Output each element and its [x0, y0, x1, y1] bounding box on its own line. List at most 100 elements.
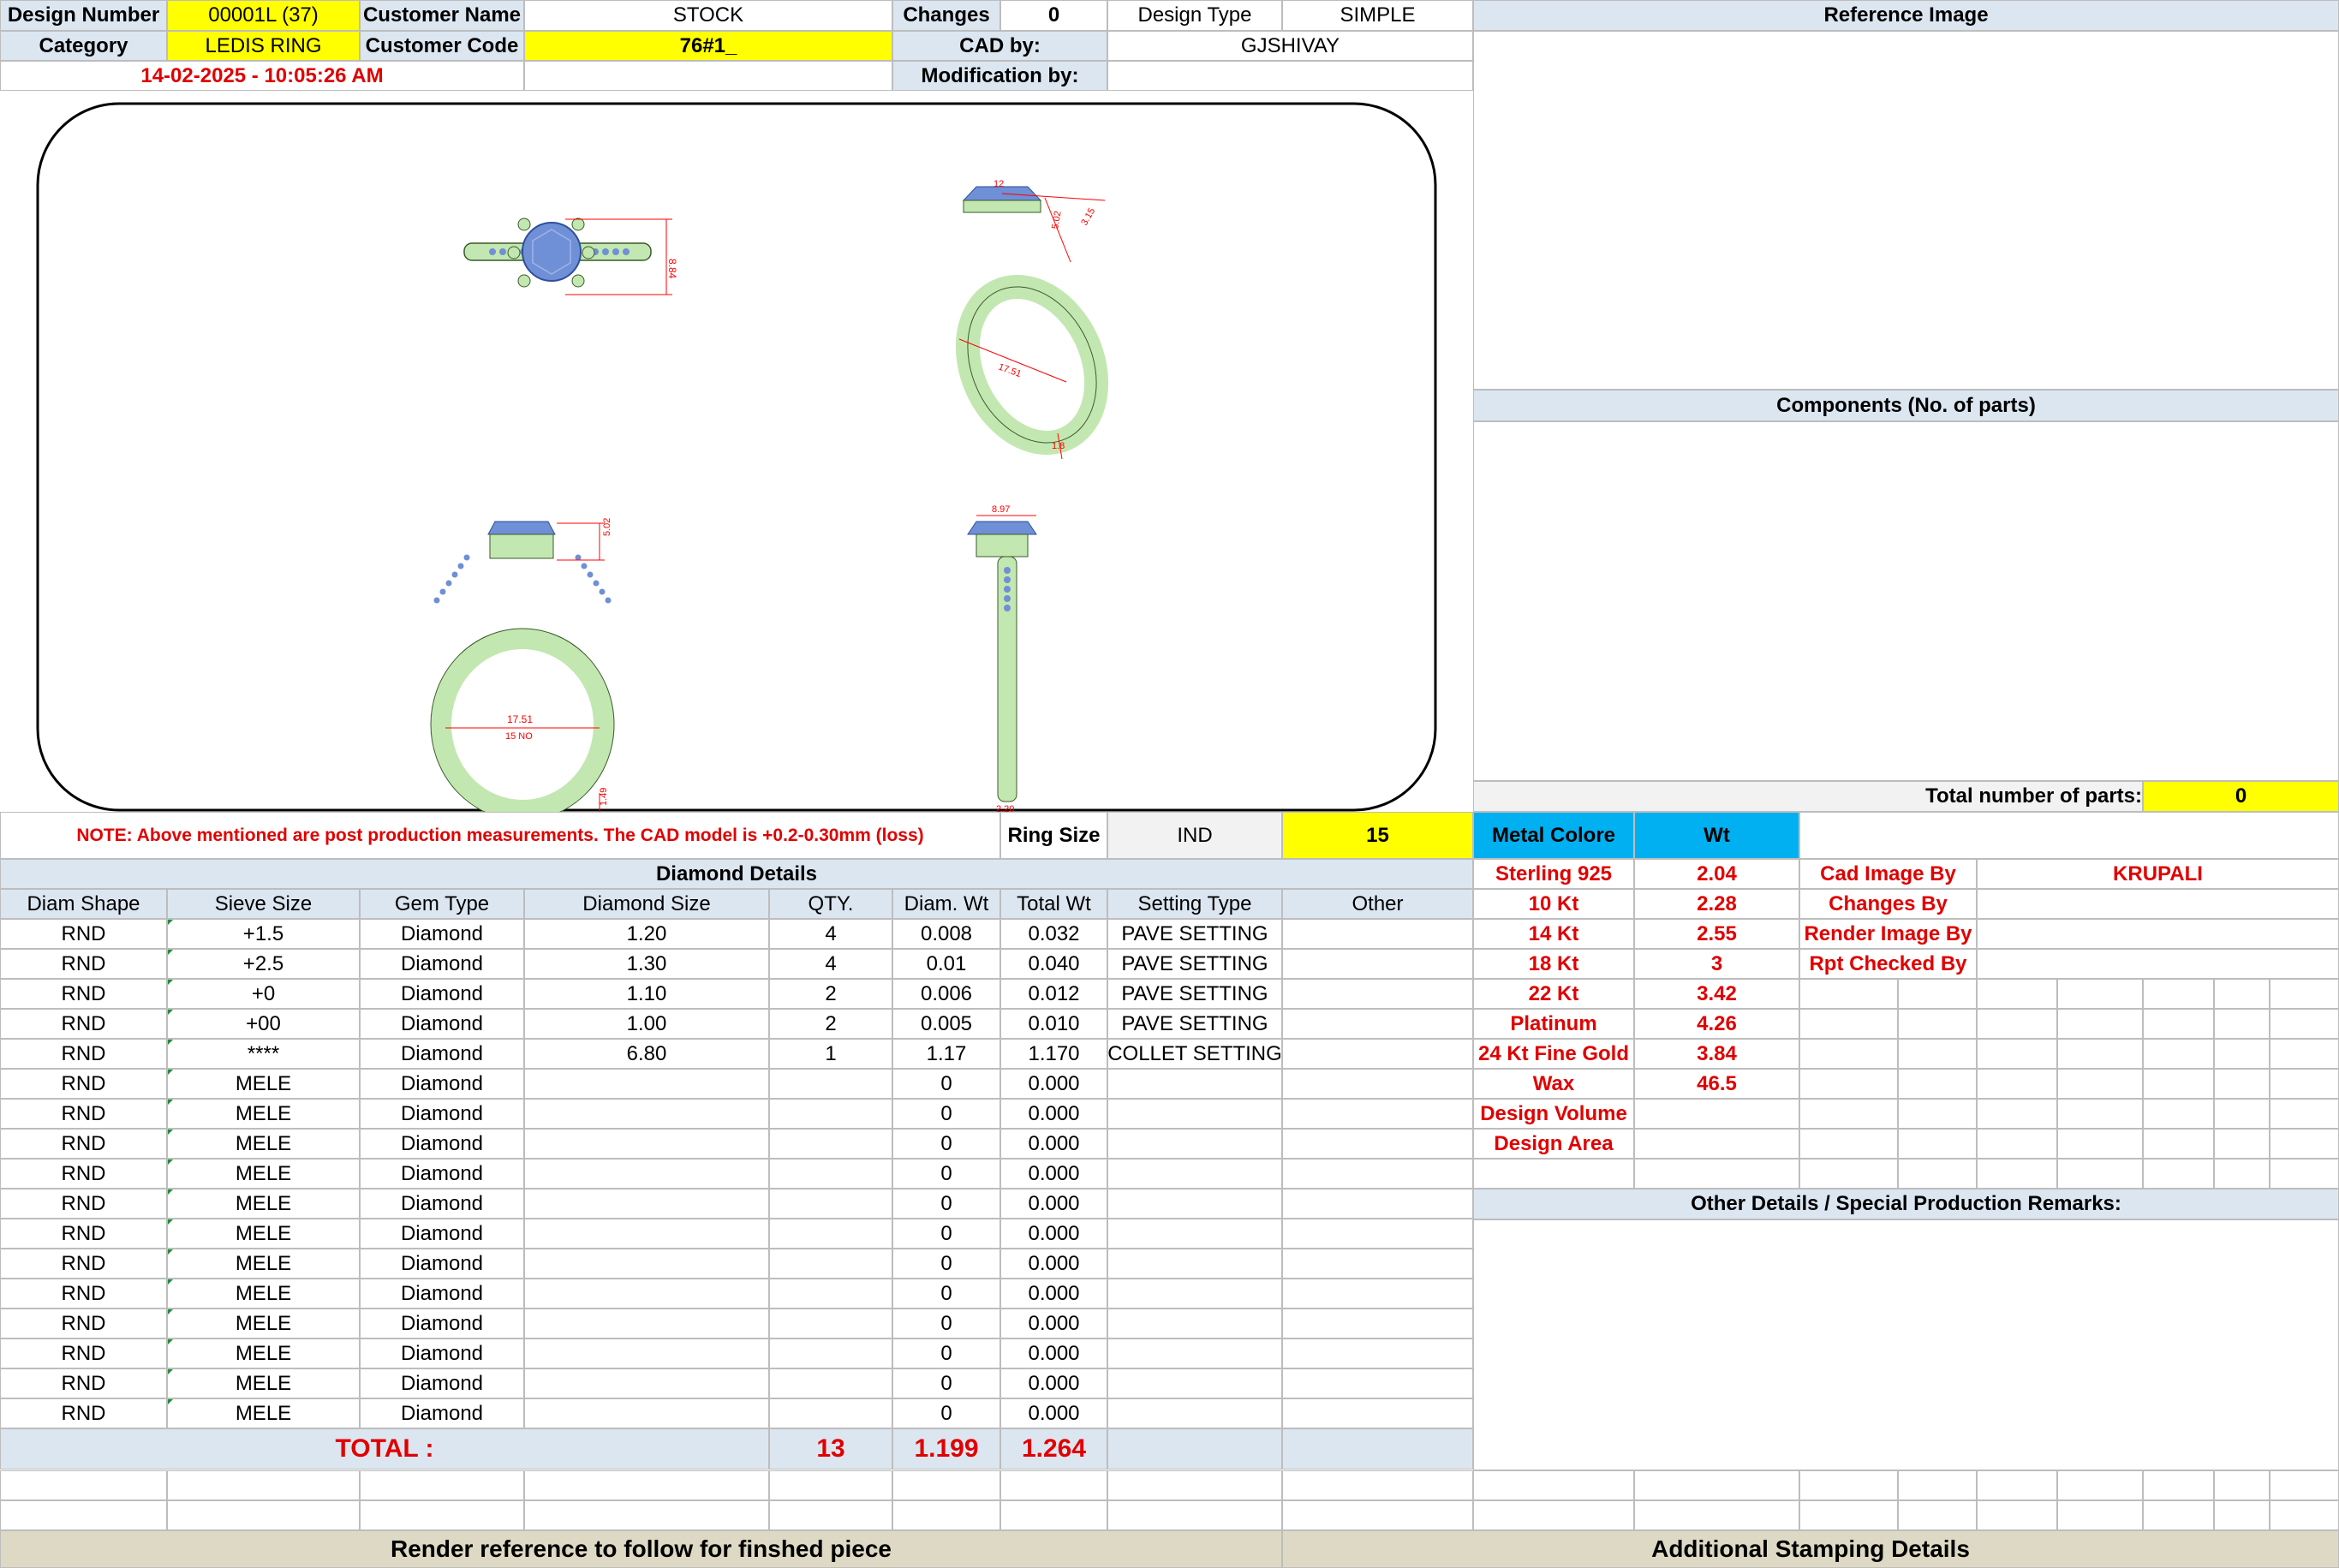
diamond-cell[interactable]: 0.01 [892, 949, 1000, 979]
diamond-cell[interactable] [524, 1129, 769, 1159]
diamond-cell[interactable]: MELE [167, 1219, 360, 1249]
diamond-header-5[interactable]: Diam. Wt [892, 889, 1000, 919]
metal-name[interactable]: Design Volume [1473, 1099, 1634, 1129]
diamond-header-2[interactable]: Gem Type [360, 889, 524, 919]
blank-cell[interactable] [769, 1500, 892, 1530]
total-blank[interactable] [1107, 1428, 1282, 1470]
blank-cell[interactable] [360, 1500, 524, 1530]
blank-cell[interactable] [524, 61, 892, 91]
diamond-cell[interactable]: Diamond [360, 1368, 524, 1398]
changes-value[interactable]: 0 [1000, 0, 1107, 31]
diamond-cell[interactable]: 1.30 [524, 949, 769, 979]
diamond-cell[interactable]: RND [0, 1338, 167, 1368]
blank-cell[interactable] [1977, 979, 2057, 1009]
diamond-cell[interactable]: Diamond [360, 1009, 524, 1039]
diamond-cell[interactable]: Diamond [360, 1338, 524, 1368]
diamond-cell[interactable]: 1 [769, 1039, 892, 1069]
blank-cell[interactable] [167, 1500, 360, 1530]
credit-value[interactable] [1977, 889, 2339, 919]
blank-cell[interactable] [524, 1500, 769, 1530]
reference-image-area[interactable] [1473, 31, 2339, 390]
metal-wt[interactable]: 3.84 [1634, 1039, 1799, 1069]
diamond-cell[interactable] [1282, 1249, 1473, 1279]
diamond-cell[interactable] [524, 1398, 769, 1428]
diamond-cell[interactable] [769, 1338, 892, 1368]
blank-cell[interactable] [1898, 1159, 1977, 1189]
blank-cell[interactable] [2143, 1129, 2214, 1159]
diamond-cell[interactable] [524, 1099, 769, 1129]
diamond-cell[interactable]: 0.000 [1000, 1099, 1107, 1129]
diamond-cell[interactable] [769, 1129, 892, 1159]
blank-cell[interactable] [360, 1470, 524, 1500]
diamond-cell[interactable]: +00 [167, 1009, 360, 1039]
blank-cell[interactable] [1898, 1039, 1977, 1069]
metal-name[interactable]: 18 Kt [1473, 949, 1634, 979]
diamond-cell[interactable]: MELE [167, 1279, 360, 1309]
diamond-cell[interactable] [1282, 1039, 1473, 1069]
diamond-cell[interactable]: MELE [167, 1398, 360, 1428]
components-header[interactable]: Components (No. of parts) [1473, 390, 2339, 421]
cad-by-value[interactable]: GJSHIVAY [1107, 31, 1473, 61]
diamond-cell[interactable]: COLLET SETTING [1107, 1039, 1282, 1069]
credit-value[interactable] [1977, 919, 2339, 949]
diamond-cell[interactable]: 2 [769, 1009, 892, 1039]
diamond-cell[interactable]: 0 [892, 1099, 1000, 1129]
diamond-cell[interactable]: Diamond [360, 1309, 524, 1338]
diamond-cell[interactable]: PAVE SETTING [1107, 979, 1282, 1009]
diamond-cell[interactable]: 0.006 [892, 979, 1000, 1009]
diamond-cell[interactable]: MELE [167, 1368, 360, 1398]
blank-cell[interactable] [1977, 1069, 2057, 1099]
diamond-cell[interactable] [524, 1249, 769, 1279]
blank-cell[interactable] [1898, 979, 1977, 1009]
diamond-cell[interactable]: RND [0, 1129, 167, 1159]
blank-cell[interactable] [1977, 1039, 2057, 1069]
blank-cell[interactable] [2057, 1039, 2143, 1069]
diamond-cell[interactable]: 0 [892, 1398, 1000, 1428]
diamond-cell[interactable] [769, 1309, 892, 1338]
diamond-cell[interactable] [1107, 1309, 1282, 1338]
diamond-cell[interactable] [1282, 1338, 1473, 1368]
blank-cell[interactable] [1898, 1099, 1977, 1129]
credit-value[interactable] [1977, 949, 2339, 979]
diamond-cell[interactable] [1107, 1159, 1282, 1189]
metal-blank[interactable] [1799, 812, 2339, 859]
diamond-cell[interactable] [769, 1189, 892, 1219]
total-diam-wt[interactable]: 1.199 [892, 1428, 1000, 1470]
diamond-cell[interactable]: +2.5 [167, 949, 360, 979]
diamond-cell[interactable]: RND [0, 1219, 167, 1249]
diamond-cell[interactable]: 6.80 [524, 1039, 769, 1069]
metal-wt[interactable]: 3 [1634, 949, 1799, 979]
blank-cell[interactable] [2057, 979, 2143, 1009]
blank-cell[interactable] [0, 1470, 167, 1500]
diamond-cell[interactable]: RND [0, 1189, 167, 1219]
diamond-cell[interactable]: 0 [892, 1309, 1000, 1338]
diamond-cell[interactable]: Diamond [360, 979, 524, 1009]
diamond-cell[interactable]: Diamond [360, 1039, 524, 1069]
diamond-cell[interactable]: 0.000 [1000, 1069, 1107, 1099]
diamond-cell[interactable]: Diamond [360, 1099, 524, 1129]
diamond-cell[interactable]: Diamond [360, 1398, 524, 1428]
diamond-cell[interactable] [524, 1279, 769, 1309]
diamond-cell[interactable]: RND [0, 1398, 167, 1428]
blank-cell[interactable] [2214, 1009, 2270, 1039]
blank-cell[interactable] [1473, 1500, 1634, 1530]
diamond-cell[interactable] [524, 1338, 769, 1368]
production-note[interactable]: NOTE: Above mentioned are post productio… [0, 812, 1000, 859]
diamond-cell[interactable] [769, 1398, 892, 1428]
diamond-cell[interactable] [769, 1099, 892, 1129]
diamond-cell[interactable]: MELE [167, 1129, 360, 1159]
diamond-cell[interactable]: 1.00 [524, 1009, 769, 1039]
diamond-cell[interactable]: 0.000 [1000, 1249, 1107, 1279]
metal-colore-header[interactable]: Metal Colore [1473, 812, 1634, 859]
blank-cell[interactable] [2143, 979, 2214, 1009]
diamond-header-1[interactable]: Sieve Size [167, 889, 360, 919]
diamond-cell[interactable]: 2 [769, 979, 892, 1009]
total-blank[interactable] [1282, 1428, 1473, 1470]
blank-cell[interactable] [2214, 1069, 2270, 1099]
reference-image-header[interactable]: Reference Image [1473, 0, 2339, 31]
blank-cell[interactable] [1977, 1470, 2057, 1500]
category-value[interactable]: LEDIS RING [167, 31, 360, 61]
blank-cell[interactable] [2214, 979, 2270, 1009]
diamond-cell[interactable] [1282, 919, 1473, 949]
blank-cell[interactable] [1977, 1009, 2057, 1039]
